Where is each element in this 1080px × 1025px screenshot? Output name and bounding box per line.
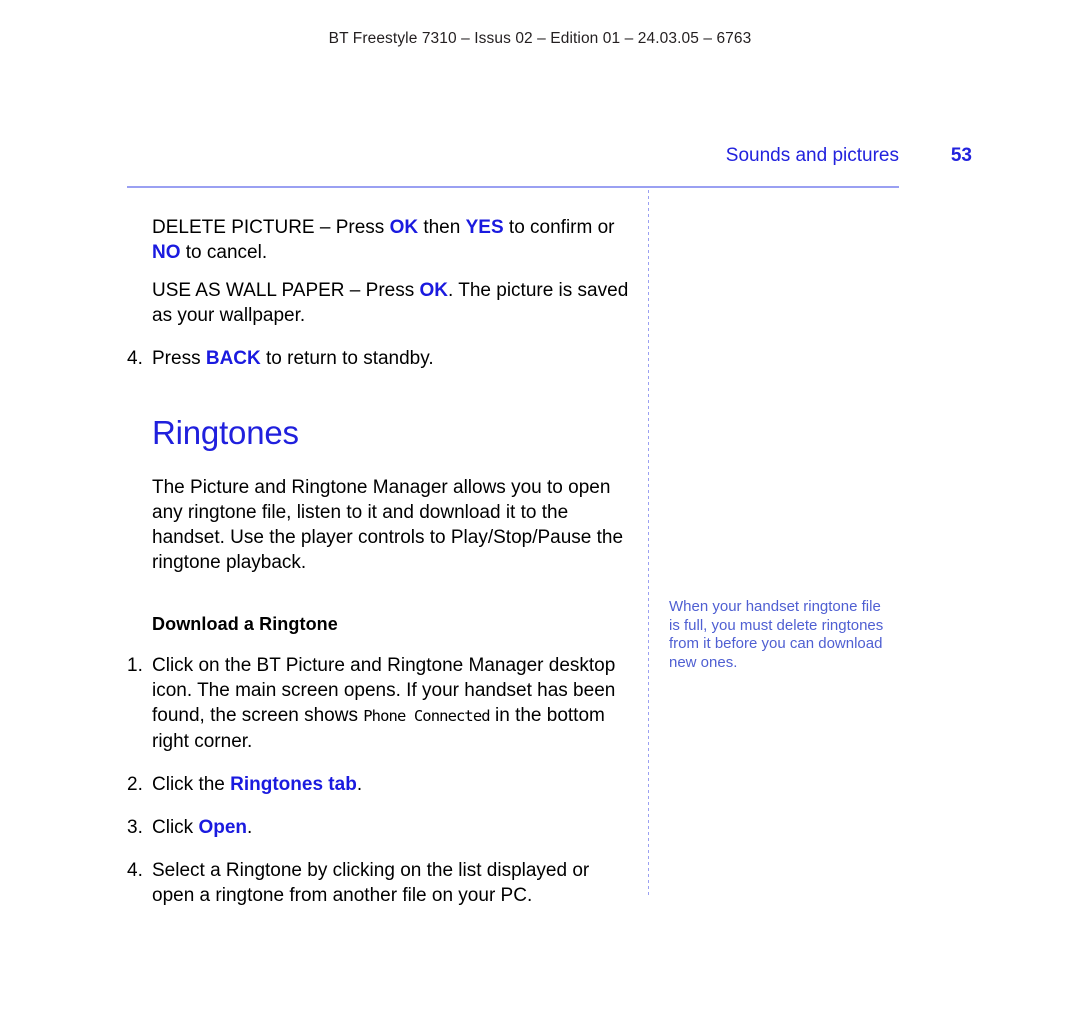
paragraph-delete-picture: DELETE PICTURE – Press OK then YES to co… — [152, 215, 632, 265]
wallpaper-text-1: USE AS WALL PAPER – Press — [152, 280, 420, 301]
list-item-step-2: 2. Click the Ringtones tab. — [127, 772, 632, 797]
list-item-step-1: 1. Click on the BT Picture and Ringtone M… — [127, 653, 632, 754]
back-text-1: Press — [152, 348, 206, 369]
section-title: Sounds and pictures — [725, 145, 899, 166]
key-ok: OK — [389, 217, 419, 238]
page-number: 53 — [950, 145, 972, 166]
delete-picture-text-4: to cancel. — [180, 242, 268, 263]
key-yes: YES — [465, 217, 504, 238]
delete-picture-text-3: to confirm or — [503, 217, 615, 238]
back-text-2: to return to standby. — [260, 348, 434, 369]
download-steps-list: 1. Click on the BT Picture and Ringtone M… — [127, 653, 632, 908]
list-item-number: 1. — [127, 655, 143, 676]
list-item-step-3: 3. Click Open. — [127, 815, 632, 840]
step2-text-2: . — [356, 774, 363, 795]
step2-text-1: Click the — [152, 774, 231, 795]
key-ok-wallpaper: OK — [419, 280, 449, 301]
running-header: BT Freestyle 7310 – Issus 02 – Edition 0… — [328, 30, 752, 47]
step3-text-1: Click — [152, 817, 199, 838]
step4-text-1: Select a Ringtone by clicking on the lis… — [152, 860, 590, 906]
key-back: BACK — [205, 348, 261, 369]
status-text-phone-connected: Phone Connected — [363, 707, 490, 725]
list-item-back: 4. Press BACK to return to standby. — [127, 346, 632, 371]
step3-text-2: . — [247, 817, 253, 838]
sub-heading-download-a-ringtone: Download a Ringtone — [152, 614, 338, 634]
main-text-column: DELETE PICTURE – Press OK then YES to co… — [127, 215, 632, 908]
side-note-ringtone-storage: When your handset ringtone file is full,… — [669, 598, 884, 671]
list-item-number: 4. — [127, 348, 143, 369]
delete-picture-text-2: then — [418, 217, 466, 238]
column-divider — [648, 190, 649, 898]
page-header-block: Sounds and pictures 53 — [127, 145, 972, 175]
section-heading-ringtones: Ringtones — [152, 414, 299, 451]
ui-label-open: Open — [198, 817, 248, 838]
list-item-step-4: 4. Select a Ringtone by clicking on the l… — [127, 858, 632, 908]
header-rule — [127, 186, 899, 188]
list-item-number: 3. — [127, 817, 143, 838]
ui-label-ringtones-tab: Ringtones tab — [230, 774, 357, 795]
list-item-number: 4. — [127, 860, 143, 881]
list-item-number: 2. — [127, 774, 143, 795]
delete-picture-text-1: DELETE PICTURE – Press — [152, 217, 390, 238]
key-no: NO — [152, 242, 181, 263]
paragraph-ringtone-intro: The Picture and Ringtone Manager allows … — [152, 477, 624, 573]
paragraph-use-as-wallpaper: USE AS WALL PAPER – Press OK. The pictur… — [152, 278, 632, 328]
